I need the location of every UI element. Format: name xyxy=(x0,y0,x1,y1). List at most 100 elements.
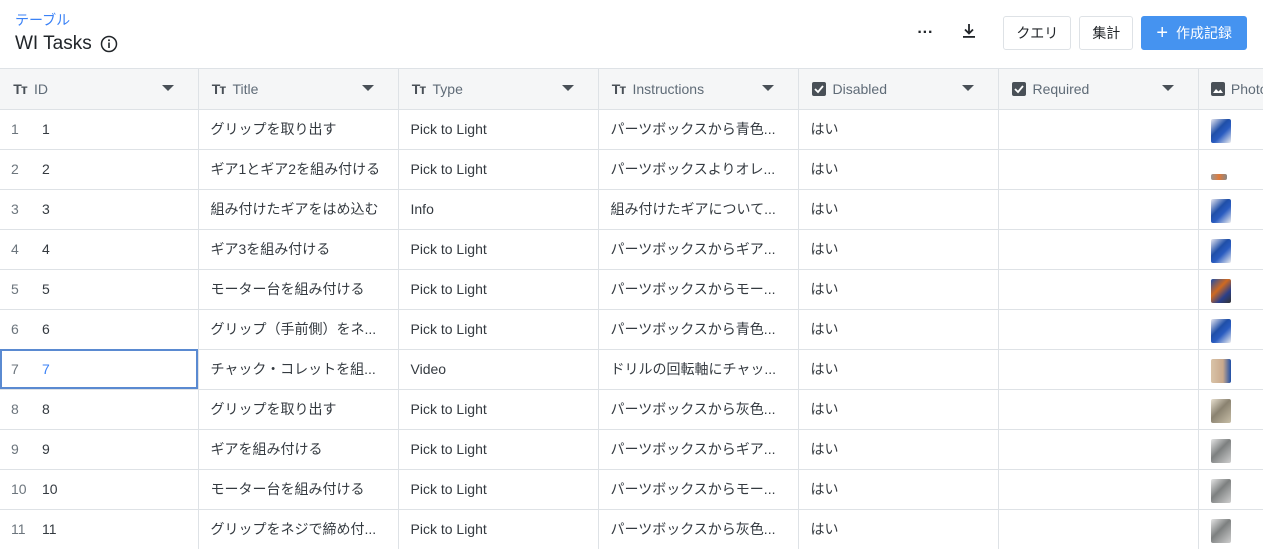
photo-cell[interactable] xyxy=(1198,189,1263,230)
instructions-cell[interactable]: パーツボックスよりオレ... xyxy=(598,149,799,190)
id-cell[interactable]: 11 11 xyxy=(0,509,199,549)
required-cell[interactable] xyxy=(998,149,1199,190)
column-menu-caret-icon[interactable] xyxy=(961,85,974,92)
disabled-cell[interactable]: はい xyxy=(798,269,999,310)
required-cell[interactable] xyxy=(998,389,1199,430)
photo-thumbnail[interactable] xyxy=(1210,479,1231,503)
id-cell[interactable]: 77 xyxy=(0,349,199,390)
type-cell[interactable]: Pick to Light xyxy=(398,229,599,270)
id-cell[interactable]: 10 10 xyxy=(0,469,199,510)
table-row[interactable]: 2 2 ギア1とギア2を組み付ける Pick to Light パーツボックスよりオレ.… xyxy=(0,149,1263,190)
instructions-cell[interactable]: パーツボックスからモー... xyxy=(598,269,799,310)
table-row[interactable]: 1 1 グリップを取り出す Pick to Light パーツボックスから青色... はい xyxy=(0,109,1263,150)
photo-thumbnail[interactable] xyxy=(1210,239,1231,263)
table-row[interactable]: 6 6 グリップ（手前側）をネ... Pick to Light パーツボックスから青色… xyxy=(0,309,1263,350)
info-icon[interactable] xyxy=(100,35,118,53)
instructions-cell[interactable]: パーツボックスからギア... xyxy=(598,429,799,470)
table-row[interactable]: 3 3 組み付けたギアをはめ込む Info 組み付けたギアについて... はい xyxy=(0,189,1263,230)
photo-thumbnail[interactable] xyxy=(1210,319,1231,343)
column-header-title[interactable]: Tт Title xyxy=(198,69,399,110)
photo-thumbnail[interactable] xyxy=(1210,199,1231,223)
table-row[interactable]: 10 10 モーター台を組み付ける Pick to Light パーツボックスからモー.… xyxy=(0,469,1263,510)
id-cell[interactable]: 88 xyxy=(0,389,199,430)
table-row[interactable]: 7 7 チャック・コレットを組... Video ドリルの回転軸にチャッ... はい xyxy=(0,349,1263,390)
type-cell[interactable]: Pick to Light xyxy=(398,149,599,190)
table-row[interactable]: 8 8 グリップを取り出す Pick to Light パーツボックスから灰色... はい xyxy=(0,389,1263,430)
required-cell[interactable] xyxy=(998,269,1199,310)
photo-thumbnail[interactable] xyxy=(1210,359,1231,383)
title-cell[interactable]: グリップを取り出す xyxy=(198,109,399,150)
column-header-disabled[interactable]: Disabled xyxy=(798,69,999,110)
instructions-cell[interactable]: パーツボックスから青色... xyxy=(598,109,799,150)
disabled-cell[interactable]: はい xyxy=(798,469,999,510)
column-menu-caret-icon[interactable] xyxy=(361,85,374,92)
id-cell[interactable]: 33 xyxy=(0,189,199,230)
id-cell[interactable]: 11 xyxy=(0,109,199,150)
column-header-type[interactable]: Tт Type xyxy=(398,69,599,110)
table-row[interactable]: 11 11 グリップをネジで締め付... Pick to Light パーツボックスから… xyxy=(0,509,1263,549)
disabled-cell[interactable]: はい xyxy=(798,429,999,470)
type-cell[interactable]: Info xyxy=(398,189,599,230)
column-menu-caret-icon[interactable] xyxy=(1161,85,1174,92)
instructions-cell[interactable]: パーツボックスから灰色... xyxy=(598,509,799,549)
type-cell[interactable]: Pick to Light xyxy=(398,109,599,150)
title-cell[interactable]: グリップを取り出す xyxy=(198,389,399,430)
title-cell[interactable]: グリップをネジで締め付... xyxy=(198,509,399,549)
instructions-cell[interactable]: パーツボックスから青色... xyxy=(598,309,799,350)
disabled-cell[interactable]: はい xyxy=(798,149,999,190)
type-cell[interactable]: Pick to Light xyxy=(398,509,599,549)
disabled-cell[interactable]: はい xyxy=(798,309,999,350)
photo-thumbnail[interactable] xyxy=(1210,439,1231,463)
title-cell[interactable]: 組み付けたギアをはめ込む xyxy=(198,189,399,230)
photo-cell[interactable] xyxy=(1198,309,1263,350)
id-cell[interactable]: 22 xyxy=(0,149,199,190)
disabled-cell[interactable]: はい xyxy=(798,109,999,150)
id-cell[interactable]: 66 xyxy=(0,309,199,350)
required-cell[interactable] xyxy=(998,309,1199,350)
id-cell[interactable]: 55 xyxy=(0,269,199,310)
table-row[interactable]: 5 5 モーター台を組み付ける Pick to Light パーツボックスからモー...… xyxy=(0,269,1263,310)
title-cell[interactable]: モーター台を組み付ける xyxy=(198,469,399,510)
column-menu-caret-icon[interactable] xyxy=(561,85,574,92)
photo-cell[interactable] xyxy=(1198,229,1263,270)
required-cell[interactable] xyxy=(998,429,1199,470)
photo-cell[interactable] xyxy=(1198,109,1263,150)
photo-thumbnail[interactable] xyxy=(1210,399,1231,423)
title-cell[interactable]: ギアを組み付ける xyxy=(198,429,399,470)
disabled-cell[interactable]: はい xyxy=(798,389,999,430)
breadcrumb[interactable]: テーブル xyxy=(15,10,70,30)
more-options-button[interactable]: ··· xyxy=(907,16,943,50)
photo-cell[interactable] xyxy=(1198,389,1263,430)
required-cell[interactable] xyxy=(998,509,1199,549)
instructions-cell[interactable]: 組み付けたギアについて... xyxy=(598,189,799,230)
download-button[interactable] xyxy=(951,16,987,50)
photo-cell[interactable] xyxy=(1198,149,1263,190)
query-button[interactable]: クエリ xyxy=(1003,16,1072,50)
photo-thumbnail[interactable] xyxy=(1210,279,1231,303)
photo-cell[interactable] xyxy=(1198,269,1263,310)
instructions-cell[interactable]: パーツボックスからギア... xyxy=(598,229,799,270)
id-cell[interactable]: 44 xyxy=(0,229,199,270)
photo-thumbnail[interactable] xyxy=(1210,174,1227,180)
title-cell[interactable]: ギア1とギア2を組み付ける xyxy=(198,149,399,190)
column-header-id[interactable]: Tт ID xyxy=(0,69,199,110)
table-row[interactable]: 9 9 ギアを組み付ける Pick to Light パーツボックスからギア... はい xyxy=(0,429,1263,470)
create-record-button[interactable]: + 作成記録 xyxy=(1141,16,1247,50)
instructions-cell[interactable]: パーツボックスからモー... xyxy=(598,469,799,510)
title-cell[interactable]: グリップ（手前側）をネ... xyxy=(198,309,399,350)
column-header-instructions[interactable]: Tт Instructions xyxy=(598,69,799,110)
id-cell[interactable]: 99 xyxy=(0,429,199,470)
aggregate-button[interactable]: 集計 xyxy=(1079,16,1134,50)
table-row[interactable]: 4 4 ギア3を組み付ける Pick to Light パーツボックスからギア... はい xyxy=(0,229,1263,270)
disabled-cell[interactable]: はい xyxy=(798,349,999,390)
required-cell[interactable] xyxy=(998,189,1199,230)
title-cell[interactable]: ギア3を組み付ける xyxy=(198,229,399,270)
type-cell[interactable]: Pick to Light xyxy=(398,389,599,430)
column-menu-caret-icon[interactable] xyxy=(761,85,774,92)
type-cell[interactable]: Pick to Light xyxy=(398,309,599,350)
column-header-required[interactable]: Required xyxy=(998,69,1199,110)
title-cell[interactable]: モーター台を組み付ける xyxy=(198,269,399,310)
required-cell[interactable] xyxy=(998,229,1199,270)
photo-cell[interactable] xyxy=(1198,469,1263,510)
disabled-cell[interactable]: はい xyxy=(798,229,999,270)
